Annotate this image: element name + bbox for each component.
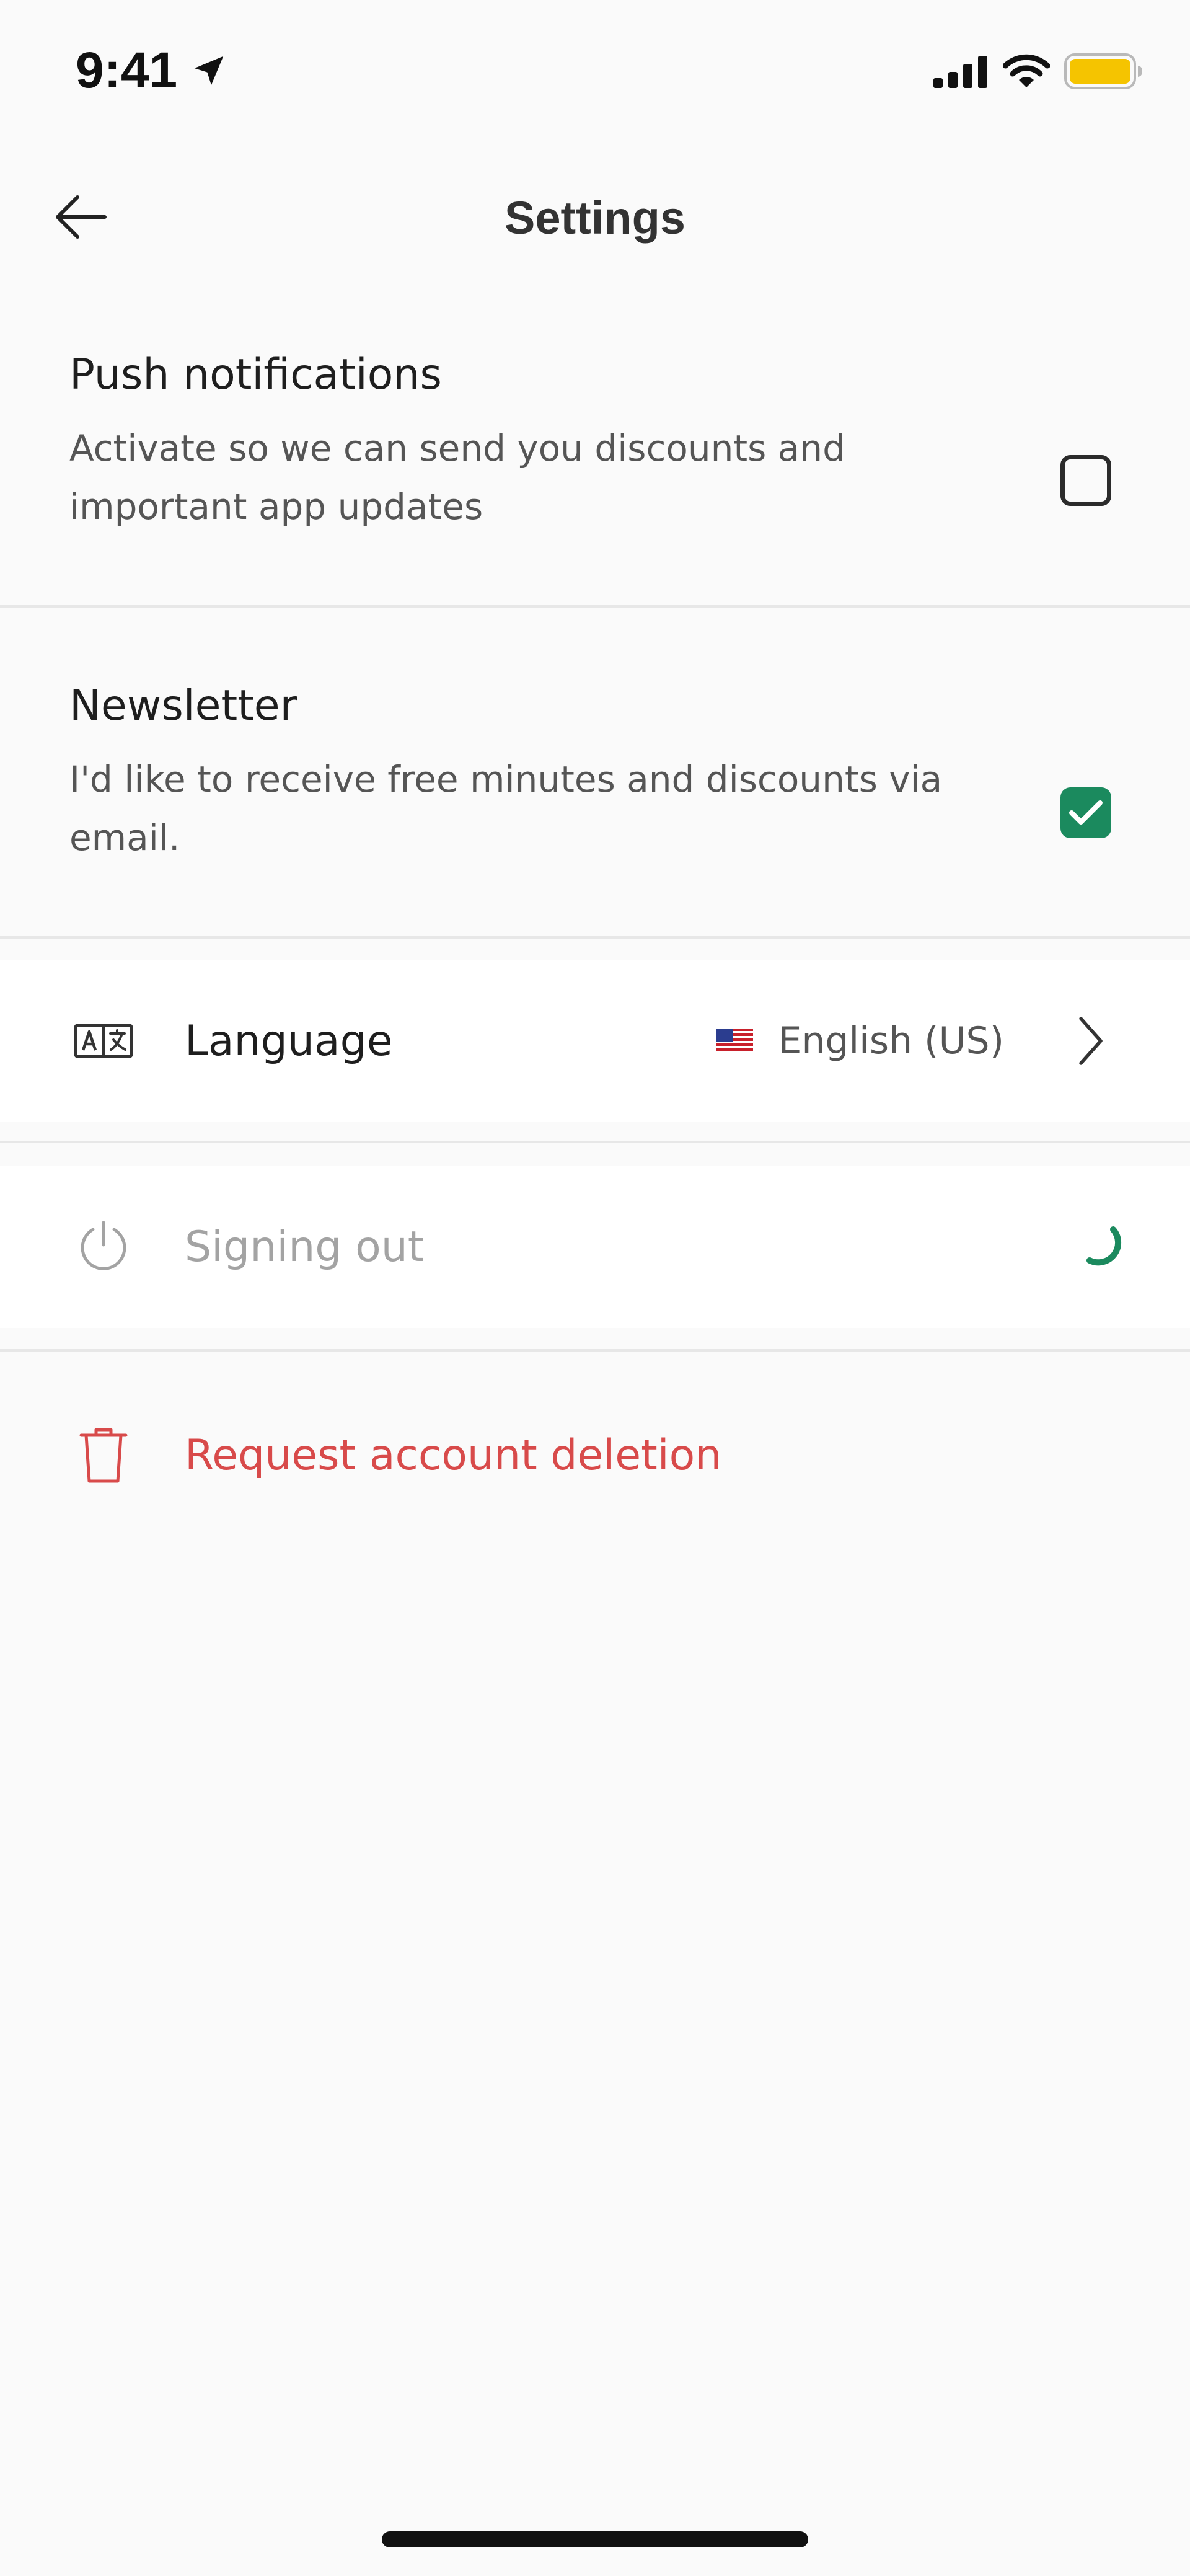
cellular-signal-icon: [933, 56, 987, 88]
checkmark-icon: [1069, 800, 1103, 825]
push-notifications-description: Activate so we can send you discounts an…: [69, 427, 845, 528]
clock-text: 9:41: [76, 42, 178, 99]
loading-spinner-icon: [1086, 1226, 1122, 1266]
sign-out-label: Signing out: [185, 1222, 425, 1272]
language-value-text: English (US): [778, 1019, 1004, 1063]
language-value: English (US): [716, 960, 1004, 1122]
push-notifications-checkbox[interactable]: [1060, 455, 1111, 506]
newsletter-checkbox[interactable]: [1060, 787, 1111, 838]
push-notifications-title: Push notifications: [69, 350, 442, 399]
translate-icon: [69, 960, 138, 1122]
power-icon: [69, 1166, 138, 1328]
newsletter-setting: Newsletter I'd like to receive free minu…: [0, 653, 1190, 937]
status-bar-time: 9:41: [76, 40, 228, 102]
home-indicator[interactable]: [382, 2531, 808, 2547]
divider: [0, 936, 1190, 939]
status-bar-icons: [933, 48, 1143, 94]
divider: [0, 1349, 1190, 1352]
chevron-right-icon: [1072, 960, 1109, 1122]
settings-screen: 9:41 Settings Push notifications Activat…: [0, 0, 1190, 2576]
request-account-deletion-row[interactable]: Request account deletion: [0, 1371, 1190, 1539]
page-title: Settings: [505, 192, 685, 244]
sign-out-row[interactable]: Signing out: [0, 1166, 1190, 1328]
us-flag-icon: [716, 1029, 754, 1053]
push-notifications-setting: Push notifications Activate so we can se…: [0, 322, 1190, 606]
divider: [0, 1141, 1190, 1143]
language-row[interactable]: Language English (US): [0, 960, 1190, 1122]
battery-icon: [1064, 53, 1142, 89]
wifi-icon: [1003, 54, 1050, 87]
language-label: Language: [185, 1016, 393, 1066]
newsletter-title: Newsletter: [69, 681, 298, 730]
trash-icon: [69, 1371, 138, 1539]
newsletter-description: I'd like to receive free minutes and dis…: [69, 758, 943, 859]
divider: [0, 605, 1190, 608]
location-arrow-icon: [194, 56, 224, 86]
request-account-deletion-label: Request account deletion: [185, 1430, 722, 1480]
